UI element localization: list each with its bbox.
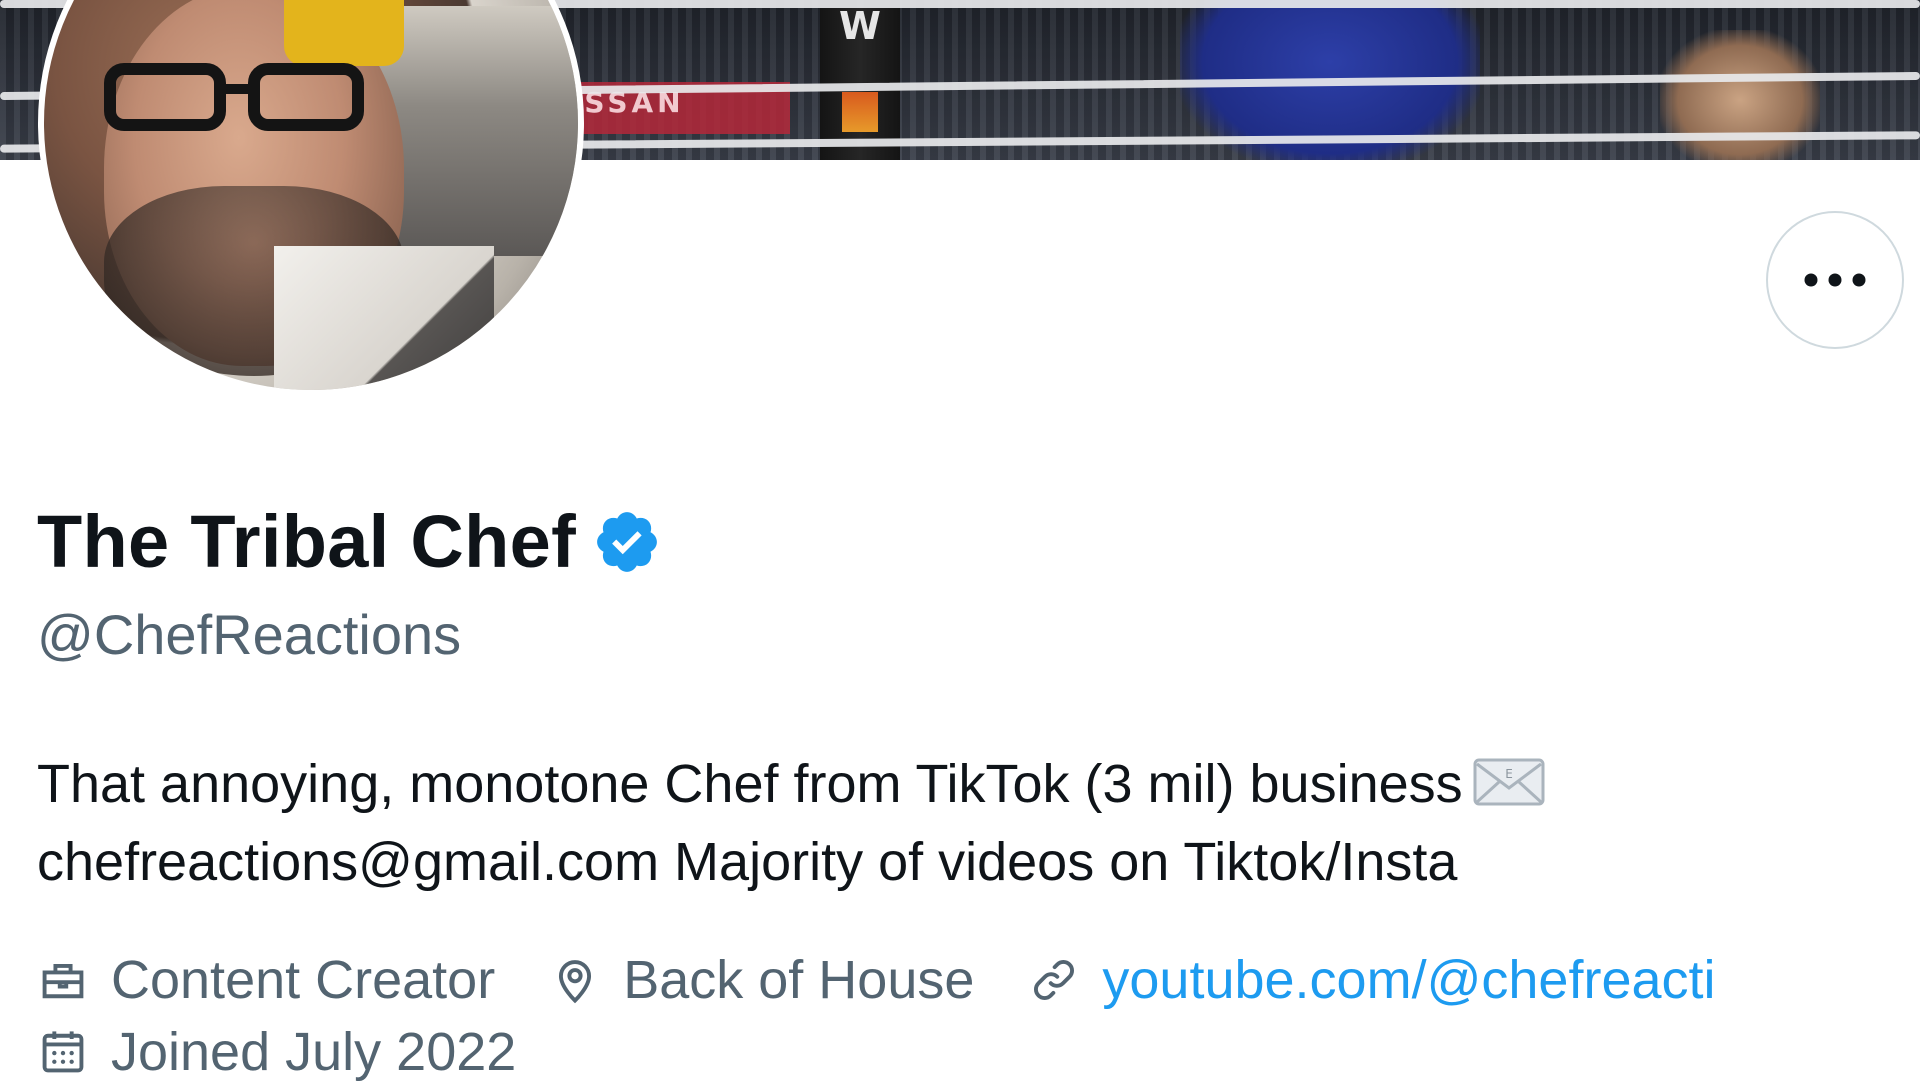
verified-badge-icon[interactable] (592, 507, 662, 577)
profile-meta-row: Content Creator Back of House youtube.co… (37, 944, 1770, 1016)
link-icon (1034, 960, 1075, 1000)
joined-text: Joined July 2022 (111, 1022, 517, 1081)
profile-meta-row-2: Joined July 2022 (37, 1016, 570, 1081)
occupation-text: Content Creator (111, 950, 496, 1010)
avatar-glasses (104, 63, 364, 131)
profile-page: ISSAN W The Tribal Chef @ChefReactions T… (0, 0, 1920, 1081)
profile-joined: Joined July 2022 (37, 1021, 516, 1081)
profile-website[interactable]: youtube.com/@chefreacti (1028, 949, 1716, 1011)
calendar-icon (42, 1031, 84, 1073)
ring-post-logo: W (839, 4, 881, 48)
briefcase-icon (42, 963, 84, 999)
bio-line-2: chefreactions@gmail.com Majority of vide… (37, 832, 1458, 892)
location-text: Back of House (623, 950, 975, 1010)
display-name-row: The Tribal Chef (37, 500, 662, 584)
bio-line-1: That annoying, monotone Chef from TikTok… (37, 745, 1897, 823)
display-name: The Tribal Chef (37, 500, 577, 583)
website-link[interactable]: youtube.com/@chefreacti (1102, 949, 1715, 1011)
profile-handle: @ChefReactions (37, 603, 462, 666)
profile-location: Back of House (549, 949, 974, 1011)
ring-post-stripe (842, 92, 878, 132)
envelope-icon: E (1473, 758, 1545, 806)
more-options-button[interactable] (1766, 211, 1904, 349)
location-pin-icon (559, 960, 592, 1004)
profile-occupation: Content Creator (37, 949, 495, 1011)
profile-avatar[interactable] (38, 0, 584, 396)
profile-bio: That annoying, monotone Chef from TikTok… (37, 745, 1897, 901)
svg-text:E: E (1505, 767, 1513, 781)
avatar-hat (284, 0, 404, 66)
bio-line-1-text: That annoying, monotone Chef from TikTok… (37, 754, 1463, 814)
more-horizontal-icon (1804, 273, 1866, 287)
avatar-chef-coat (274, 246, 494, 390)
